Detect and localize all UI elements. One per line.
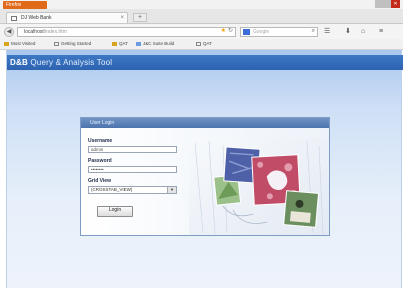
page-icon xyxy=(54,41,59,46)
search-icon[interactable]: ⌕ xyxy=(312,27,315,35)
bookmark-qat-folder[interactable]: QAT xyxy=(112,40,128,48)
password-label: Password xyxy=(88,158,112,164)
home-icon[interactable]: ⌂ xyxy=(361,27,365,37)
app-header-bar: D&B Query & Analysis Tool xyxy=(7,55,403,70)
download-icon[interactable]: ⬇ xyxy=(345,27,351,37)
login-panel-header: User Login xyxy=(81,118,329,128)
bookmark-star-icon[interactable]: ★ xyxy=(221,27,226,35)
username-field[interactable] xyxy=(88,146,177,153)
bookmarks-menu-icon[interactable]: ☰ xyxy=(324,27,330,37)
app-title: D&B Query & Analysis Tool xyxy=(10,55,112,70)
url-text: localhost xyxy=(24,29,44,35)
bookmark-jc-suite[interactable]: J&C Suite Build xyxy=(136,40,174,48)
bookmark-most-visited[interactable]: Most Visited xyxy=(4,40,35,48)
url-bar[interactable]: localhost/index.htm ★ ↻ xyxy=(17,27,236,37)
back-button[interactable]: ◀ xyxy=(4,27,14,37)
reload-icon[interactable]: ↻ xyxy=(228,27,233,35)
tab-title: DJ Web Bank xyxy=(21,15,52,21)
app-title-brand: D&B xyxy=(10,58,28,67)
new-tab-button[interactable]: + xyxy=(133,13,147,22)
navigation-toolbar: ◀ localhost/index.htm ★ ↻ Google ⌕ ☰ ⬇ ⌂… xyxy=(0,24,403,39)
password-field[interactable] xyxy=(88,166,177,173)
firefox-menu-button[interactable]: Firefox xyxy=(3,1,47,9)
folder-icon xyxy=(112,41,117,46)
folder-icon xyxy=(4,41,9,46)
username-label: Username xyxy=(88,138,113,144)
login-form: Username Password Grid View (CROSSTAB_VI… xyxy=(81,128,329,235)
window-titlebar: Firefox ✕ xyxy=(0,0,403,9)
url-path-text: /index.htm xyxy=(43,29,67,35)
search-input[interactable]: Google ⌕ xyxy=(240,27,318,37)
tab-close-icon[interactable]: × xyxy=(120,13,124,23)
window-close-button[interactable]: ✕ xyxy=(391,0,400,8)
gridview-select[interactable]: (CROSSTAB_VIEW) ▼ xyxy=(88,186,177,194)
chevron-down-icon[interactable]: ▼ xyxy=(167,187,176,193)
page-favicon-icon xyxy=(11,16,17,21)
page-icon xyxy=(136,41,141,46)
menu-icon[interactable]: ≡ xyxy=(379,27,383,37)
tab-strip: DJ Web Bank × + xyxy=(0,9,403,24)
browser-window: Firefox ✕ DJ Web Bank × + ◀ localhost/in… xyxy=(0,0,403,288)
tab-dj-web-bank[interactable]: DJ Web Bank × xyxy=(6,12,128,23)
login-panel: User Login Username Password Grid View (… xyxy=(80,117,330,236)
login-button[interactable]: Login xyxy=(97,206,133,217)
window-controls: ✕ xyxy=(375,0,400,8)
bookmark-getting-started[interactable]: Getting Started xyxy=(54,40,91,48)
bookmarks-toolbar: Most Visited Getting Started QAT J&C Sui… xyxy=(0,39,403,50)
search-placeholder: Google xyxy=(253,29,270,35)
decorative-artwork-image xyxy=(189,138,329,235)
gridview-selected-value: (CROSSTAB_VIEW) xyxy=(91,187,133,192)
app-title-text: Query & Analysis Tool xyxy=(30,58,113,67)
gridview-label: Grid View xyxy=(88,178,111,184)
search-engine-icon[interactable] xyxy=(243,29,250,35)
login-panel-title: User Login xyxy=(90,120,115,126)
bookmark-qat[interactable]: QAT xyxy=(196,40,212,48)
page-icon xyxy=(196,41,201,46)
